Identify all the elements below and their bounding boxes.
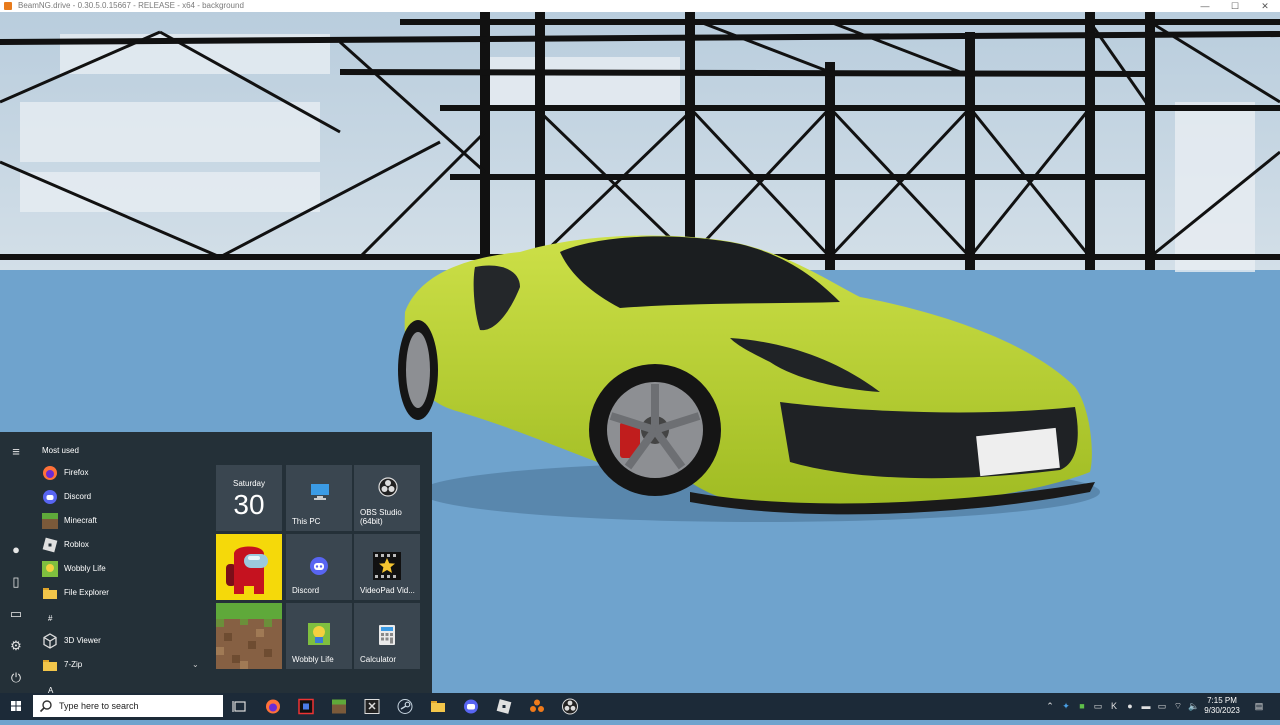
discord-icon: [43, 490, 57, 504]
tile-label: This PC: [292, 517, 321, 526]
obs-icon: [378, 477, 398, 497]
app-label: Wobbly Life: [64, 564, 106, 573]
app-item-roblox[interactable]: Roblox: [36, 534, 206, 556]
window-titlebar: BeamNG.drive - 0.30.5.0.15667 - RELEASE …: [0, 0, 1280, 12]
app-label: 3D Viewer: [64, 636, 101, 645]
discord-icon: [310, 557, 328, 575]
pictures-icon[interactable]: ▭: [8, 606, 24, 622]
tile-label: Discord: [292, 586, 320, 595]
wobbly-life-icon: [308, 623, 330, 645]
firefox-icon: [43, 466, 57, 480]
tile-label: VideoPad Vid...: [360, 586, 415, 595]
tray-k-icon[interactable]: K: [1107, 693, 1121, 720]
windows-logo-icon: [11, 701, 21, 711]
taskbar-minecraft-icon[interactable]: [327, 696, 351, 717]
folder-icon: [43, 660, 57, 671]
taskbar-obs-icon[interactable]: [558, 696, 582, 717]
maximize-button[interactable]: ☐: [1220, 0, 1250, 12]
section-hash[interactable]: #: [48, 614, 52, 623]
among-us-icon: [226, 546, 268, 594]
start-button[interactable]: [0, 693, 32, 720]
taskbar-firefox-icon[interactable]: [261, 696, 285, 717]
taskbar-beamng-icon[interactable]: [525, 696, 549, 717]
taskbar-roblox-studio-icon[interactable]: [294, 696, 318, 717]
taskbar-steam-icon[interactable]: [393, 696, 417, 717]
calculator-icon: [379, 625, 395, 645]
tile-calendar[interactable]: Saturday 30: [216, 465, 282, 531]
task-view-icon[interactable]: [228, 696, 252, 717]
tray-display-icon[interactable]: ▭: [1091, 693, 1105, 720]
tile-label: Calculator: [360, 655, 397, 664]
start-rail: ≡ ● ▯ ▭ ⚙ ⏻: [0, 432, 32, 693]
app-label: Minecraft: [64, 516, 97, 525]
videopad-icon: [373, 552, 401, 580]
power-icon[interactable]: ⏻: [8, 670, 24, 686]
taskbar-cursor-app-icon[interactable]: [360, 696, 384, 717]
tile-minecraft[interactable]: [216, 603, 282, 669]
settings-gear-icon[interactable]: ⚙: [8, 638, 24, 654]
most-used-heading: Most used: [42, 446, 79, 455]
app-label: Firefox: [64, 468, 89, 477]
tray-wifi-icon[interactable]: ⌔: [1171, 693, 1185, 720]
tray-network-icon[interactable]: ▬: [1139, 693, 1153, 720]
app-item-firefox[interactable]: Firefox: [36, 462, 206, 484]
taskbar-clock[interactable]: 7:15 PM 9/30/2023: [1192, 696, 1252, 716]
app-label: Discord: [64, 492, 92, 501]
app-item-discord[interactable]: Discord: [36, 486, 206, 508]
clock-time: 7:15 PM: [1207, 696, 1237, 705]
start-menu: ≡ ● ▯ ▭ ⚙ ⏻ Most used Firefox Discord Mi…: [0, 432, 432, 695]
show-hidden-icons-chevron-icon[interactable]: ⌃: [1044, 693, 1056, 720]
folder-icon: [43, 588, 57, 599]
clock-date: 9/30/2023: [1204, 706, 1240, 715]
search-placeholder: Type here to search: [59, 701, 139, 711]
close-button[interactable]: ✕: [1250, 0, 1280, 12]
computer-icon: [311, 484, 329, 500]
minecraft-icon: [42, 513, 58, 529]
tile-videopad[interactable]: VideoPad Vid...: [354, 534, 420, 600]
roblox-icon: [42, 537, 58, 553]
search-icon: [39, 700, 52, 713]
beamng-app-icon: [4, 2, 12, 10]
tray-microphone-icon[interactable]: ●: [1123, 693, 1137, 720]
window-title: BeamNG.drive - 0.30.5.0.15667 - RELEASE …: [18, 1, 244, 10]
user-icon[interactable]: ●: [8, 542, 24, 558]
app-item-minecraft[interactable]: Minecraft: [36, 510, 206, 532]
wobbly-life-icon: [42, 561, 58, 577]
tray-nvidia-icon[interactable]: ■: [1075, 693, 1089, 720]
chevron-down-icon[interactable]: ⌄: [192, 660, 199, 669]
tile-calculator[interactable]: Calculator: [354, 603, 420, 669]
app-item-wobbly-life[interactable]: Wobbly Life: [36, 558, 206, 580]
tile-wobbly-life[interactable]: Wobbly Life: [286, 603, 352, 669]
tile-this-pc[interactable]: This PC: [286, 465, 352, 531]
app-item-7zip[interactable]: 7-Zip ⌄: [36, 654, 206, 676]
tile-discord[interactable]: Discord: [286, 534, 352, 600]
tile-label: OBS Studio (64bit): [360, 508, 402, 526]
app-item-file-explorer[interactable]: File Explorer: [36, 582, 206, 604]
search-box[interactable]: Type here to search: [33, 695, 223, 717]
app-label: 7-Zip: [64, 660, 83, 669]
cube-icon: [43, 633, 57, 649]
tray-battery-icon[interactable]: ▭: [1155, 693, 1169, 720]
minimize-button[interactable]: —: [1190, 0, 1220, 12]
taskbar-roblox-icon[interactable]: [492, 696, 516, 717]
app-item-3d-viewer[interactable]: 3D Viewer: [36, 630, 206, 652]
taskbar-file-explorer-icon[interactable]: [426, 696, 450, 717]
tile-label: Wobbly Life: [292, 655, 334, 664]
taskbar: Type here to search ⌃ ✦ ■ ▭ K ● ▬ ▭ ⌔ 🔈 …: [0, 693, 1280, 720]
minecraft-grass-block-icon: [216, 603, 282, 669]
tile-among-us[interactable]: [216, 534, 282, 600]
app-label: File Explorer: [64, 588, 109, 597]
hamburger-menu-icon[interactable]: ≡: [8, 444, 24, 460]
documents-icon[interactable]: ▯: [8, 574, 24, 590]
tile-obs-studio[interactable]: OBS Studio (64bit): [354, 465, 420, 531]
notification-center-icon[interactable]: ▤: [1250, 693, 1268, 720]
calendar-date: 30: [233, 489, 265, 520]
app-label: Roblox: [64, 540, 89, 549]
calendar-day: Saturday: [232, 479, 266, 488]
tray-app-icon[interactable]: ✦: [1059, 693, 1073, 720]
taskbar-discord-icon[interactable]: [459, 696, 483, 717]
